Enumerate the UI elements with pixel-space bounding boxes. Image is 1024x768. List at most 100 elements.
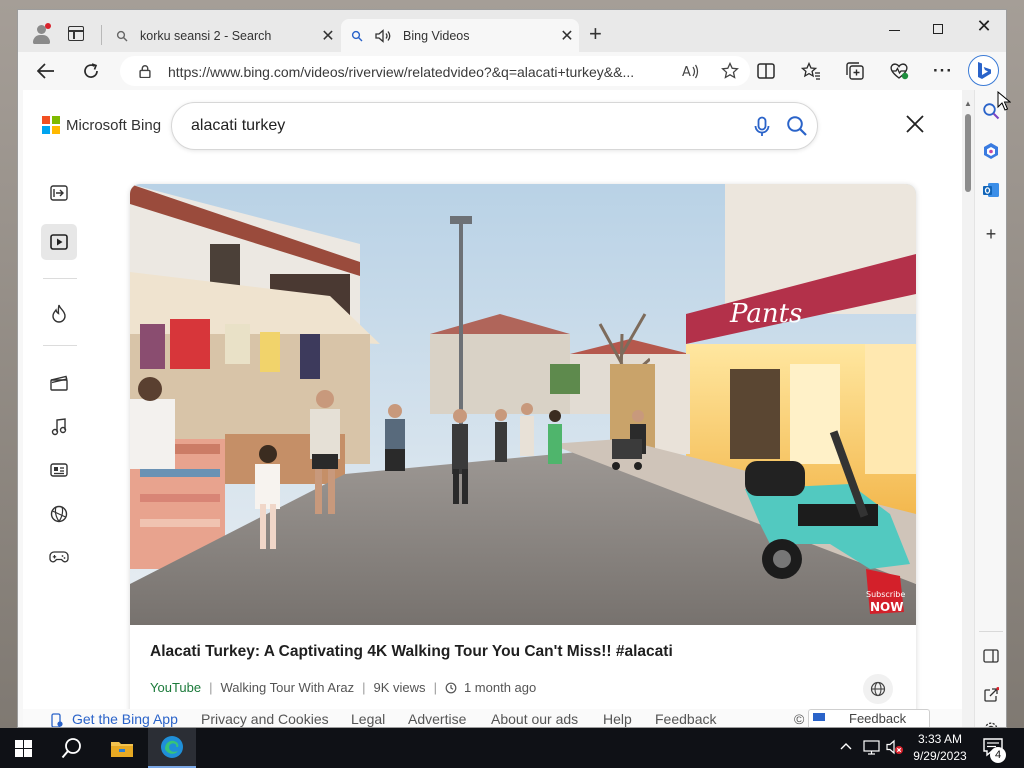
help-link[interactable]: Help xyxy=(603,711,632,727)
video-player-icon[interactable] xyxy=(41,224,77,260)
globe-icon[interactable] xyxy=(863,674,893,704)
music-note-icon[interactable] xyxy=(41,409,77,445)
browser-toolbar: https://www.bing.com/videos/riverview/re… xyxy=(18,52,1006,90)
refresh-icon[interactable] xyxy=(80,60,102,82)
meta-separator: | xyxy=(209,680,213,695)
privacy-link[interactable]: Privacy and Cookies xyxy=(201,711,329,727)
advertise-link[interactable]: Advertise xyxy=(408,711,466,727)
tab-actions-icon[interactable] xyxy=(68,26,84,41)
open-external-icon[interactable] xyxy=(980,684,1002,706)
clock-icon xyxy=(445,682,457,693)
sidebar-shopping-icon[interactable] xyxy=(980,140,1002,162)
back-arrow-icon[interactable] xyxy=(35,60,57,82)
video-title[interactable]: Alacati Turkey: A Captivating 4K Walking… xyxy=(150,643,673,661)
view-count: 9K views xyxy=(373,680,426,695)
clock-time: 3:33 AM xyxy=(917,732,963,746)
speaker-icon[interactable] xyxy=(375,29,393,43)
tab-title: Bing Videos xyxy=(403,29,470,43)
edge-sidebar: + xyxy=(974,90,1006,727)
collapse-panel-icon[interactable] xyxy=(41,175,77,211)
search-input[interactable]: alacati turkey xyxy=(191,117,285,135)
microphone-icon[interactable] xyxy=(752,116,772,138)
brand-text: Microsoft Bing xyxy=(66,116,162,134)
meta-separator: | xyxy=(433,680,437,695)
close-tab-icon[interactable]: ✕ xyxy=(555,26,579,46)
taskbar-search-icon[interactable] xyxy=(48,728,96,768)
bing-videos-page: Microsoft Bing alacati turkey Pants Subs… xyxy=(23,90,962,727)
bing-copilot-icon[interactable] xyxy=(968,55,999,86)
gaming-controller-icon[interactable] xyxy=(41,539,77,575)
about-ads-link[interactable]: About our ads xyxy=(491,711,578,727)
video-source[interactable]: YouTube xyxy=(150,680,201,695)
sports-ball-icon[interactable] xyxy=(41,496,77,532)
copyright-text: © xyxy=(794,711,805,727)
video-thumbnail[interactable]: Pants Subscribe NOW xyxy=(130,184,916,625)
network-icon[interactable] xyxy=(863,740,880,758)
search-box[interactable]: alacati turkey xyxy=(171,102,818,150)
mouse-cursor-icon xyxy=(997,91,1011,111)
favorites-icon[interactable] xyxy=(800,60,822,82)
outlook-icon[interactable] xyxy=(980,179,1002,201)
collections-icon[interactable] xyxy=(844,60,866,82)
meta-separator: | xyxy=(362,680,366,695)
page-scrollbar[interactable]: ▲ xyxy=(962,90,974,727)
scroll-up-arrow-icon[interactable]: ▲ xyxy=(964,99,972,108)
settings-gear-icon[interactable] xyxy=(980,718,1002,727)
more-options-icon[interactable]: ··· xyxy=(932,60,954,82)
legal-link[interactable]: Legal xyxy=(351,711,385,727)
svg-text:NOW: NOW xyxy=(870,600,903,614)
new-tab-icon[interactable]: + xyxy=(589,23,602,45)
scrollbar-thumb[interactable] xyxy=(965,114,971,192)
feedback-link[interactable]: Feedback xyxy=(655,711,716,727)
close-tab-icon[interactable]: ✕ xyxy=(316,26,340,46)
start-windows-icon[interactable] xyxy=(0,728,46,768)
lock-icon[interactable] xyxy=(139,64,151,78)
upload-age: 1 month ago xyxy=(463,680,537,695)
tab-korku-search[interactable]: korku seansi 2 - Search ✕ xyxy=(106,19,340,53)
tab-strip: korku seansi 2 - Search ✕ Bing Videos ✕ … xyxy=(18,10,1006,53)
favorite-star-icon[interactable] xyxy=(721,62,739,80)
show-hidden-icons-chevron-icon[interactable] xyxy=(840,739,852,753)
video-metadata: YouTube | Walking Tour With Araz | 9K vi… xyxy=(150,680,536,695)
page-footer: Get the Bing App Privacy and Cookies Leg… xyxy=(23,709,962,727)
minimize-button[interactable] xyxy=(874,18,914,40)
read-aloud-icon[interactable]: A xyxy=(682,63,700,80)
windows-taskbar: 3:33 AM 9/29/2023 4 xyxy=(0,728,1024,768)
rail-divider xyxy=(43,278,77,279)
tab-divider xyxy=(101,25,102,45)
shop-sign-text: Pants xyxy=(729,299,802,329)
movie-clapper-icon[interactable] xyxy=(41,365,77,401)
rail-divider xyxy=(43,345,77,346)
feedback-button[interactable]: Feedback xyxy=(808,709,930,727)
video-card[interactable]: Pants Subscribe NOW Alacati Turkey: A Ca… xyxy=(130,184,916,727)
trending-flame-icon[interactable] xyxy=(41,295,77,331)
sidebar-divider xyxy=(979,631,1003,632)
svg-text:A: A xyxy=(682,65,691,80)
url-text[interactable]: https://www.bing.com/videos/riverview/re… xyxy=(168,64,663,80)
search-icon xyxy=(116,30,128,42)
tab-title: korku seansi 2 - Search xyxy=(140,29,272,43)
file-explorer-icon[interactable] xyxy=(98,728,146,768)
microsoft-logo-icon xyxy=(42,116,60,134)
add-sidebar-app-icon[interactable]: + xyxy=(980,223,1002,245)
tab-bing-videos[interactable]: Bing Videos ✕ xyxy=(341,19,579,53)
taskbar-edge-icon[interactable] xyxy=(148,728,196,768)
search-icon[interactable] xyxy=(786,115,808,137)
maximize-button[interactable] xyxy=(918,18,958,40)
address-bar[interactable]: https://www.bing.com/videos/riverview/re… xyxy=(120,56,750,86)
search-icon xyxy=(351,30,363,42)
phone-icon xyxy=(51,713,63,727)
close-icon[interactable] xyxy=(904,113,926,135)
taskbar-clock[interactable]: 3:33 AM 9/29/2023 xyxy=(904,731,976,765)
volume-muted-icon[interactable] xyxy=(886,739,904,758)
hide-sidebar-icon[interactable] xyxy=(980,645,1002,667)
close-window-button[interactable]: ✕ xyxy=(964,16,1004,38)
news-icon[interactable] xyxy=(41,452,77,488)
channel-name[interactable]: Walking Tour With Araz xyxy=(220,680,354,695)
profile-icon[interactable] xyxy=(30,23,52,45)
browser-essentials-icon[interactable] xyxy=(888,60,910,82)
split-screen-icon[interactable] xyxy=(755,60,777,82)
notification-count-badge: 4 xyxy=(990,747,1006,763)
get-bing-app-link[interactable]: Get the Bing App xyxy=(72,711,178,727)
microsoft-bing-logo[interactable]: Microsoft Bing xyxy=(42,116,161,134)
